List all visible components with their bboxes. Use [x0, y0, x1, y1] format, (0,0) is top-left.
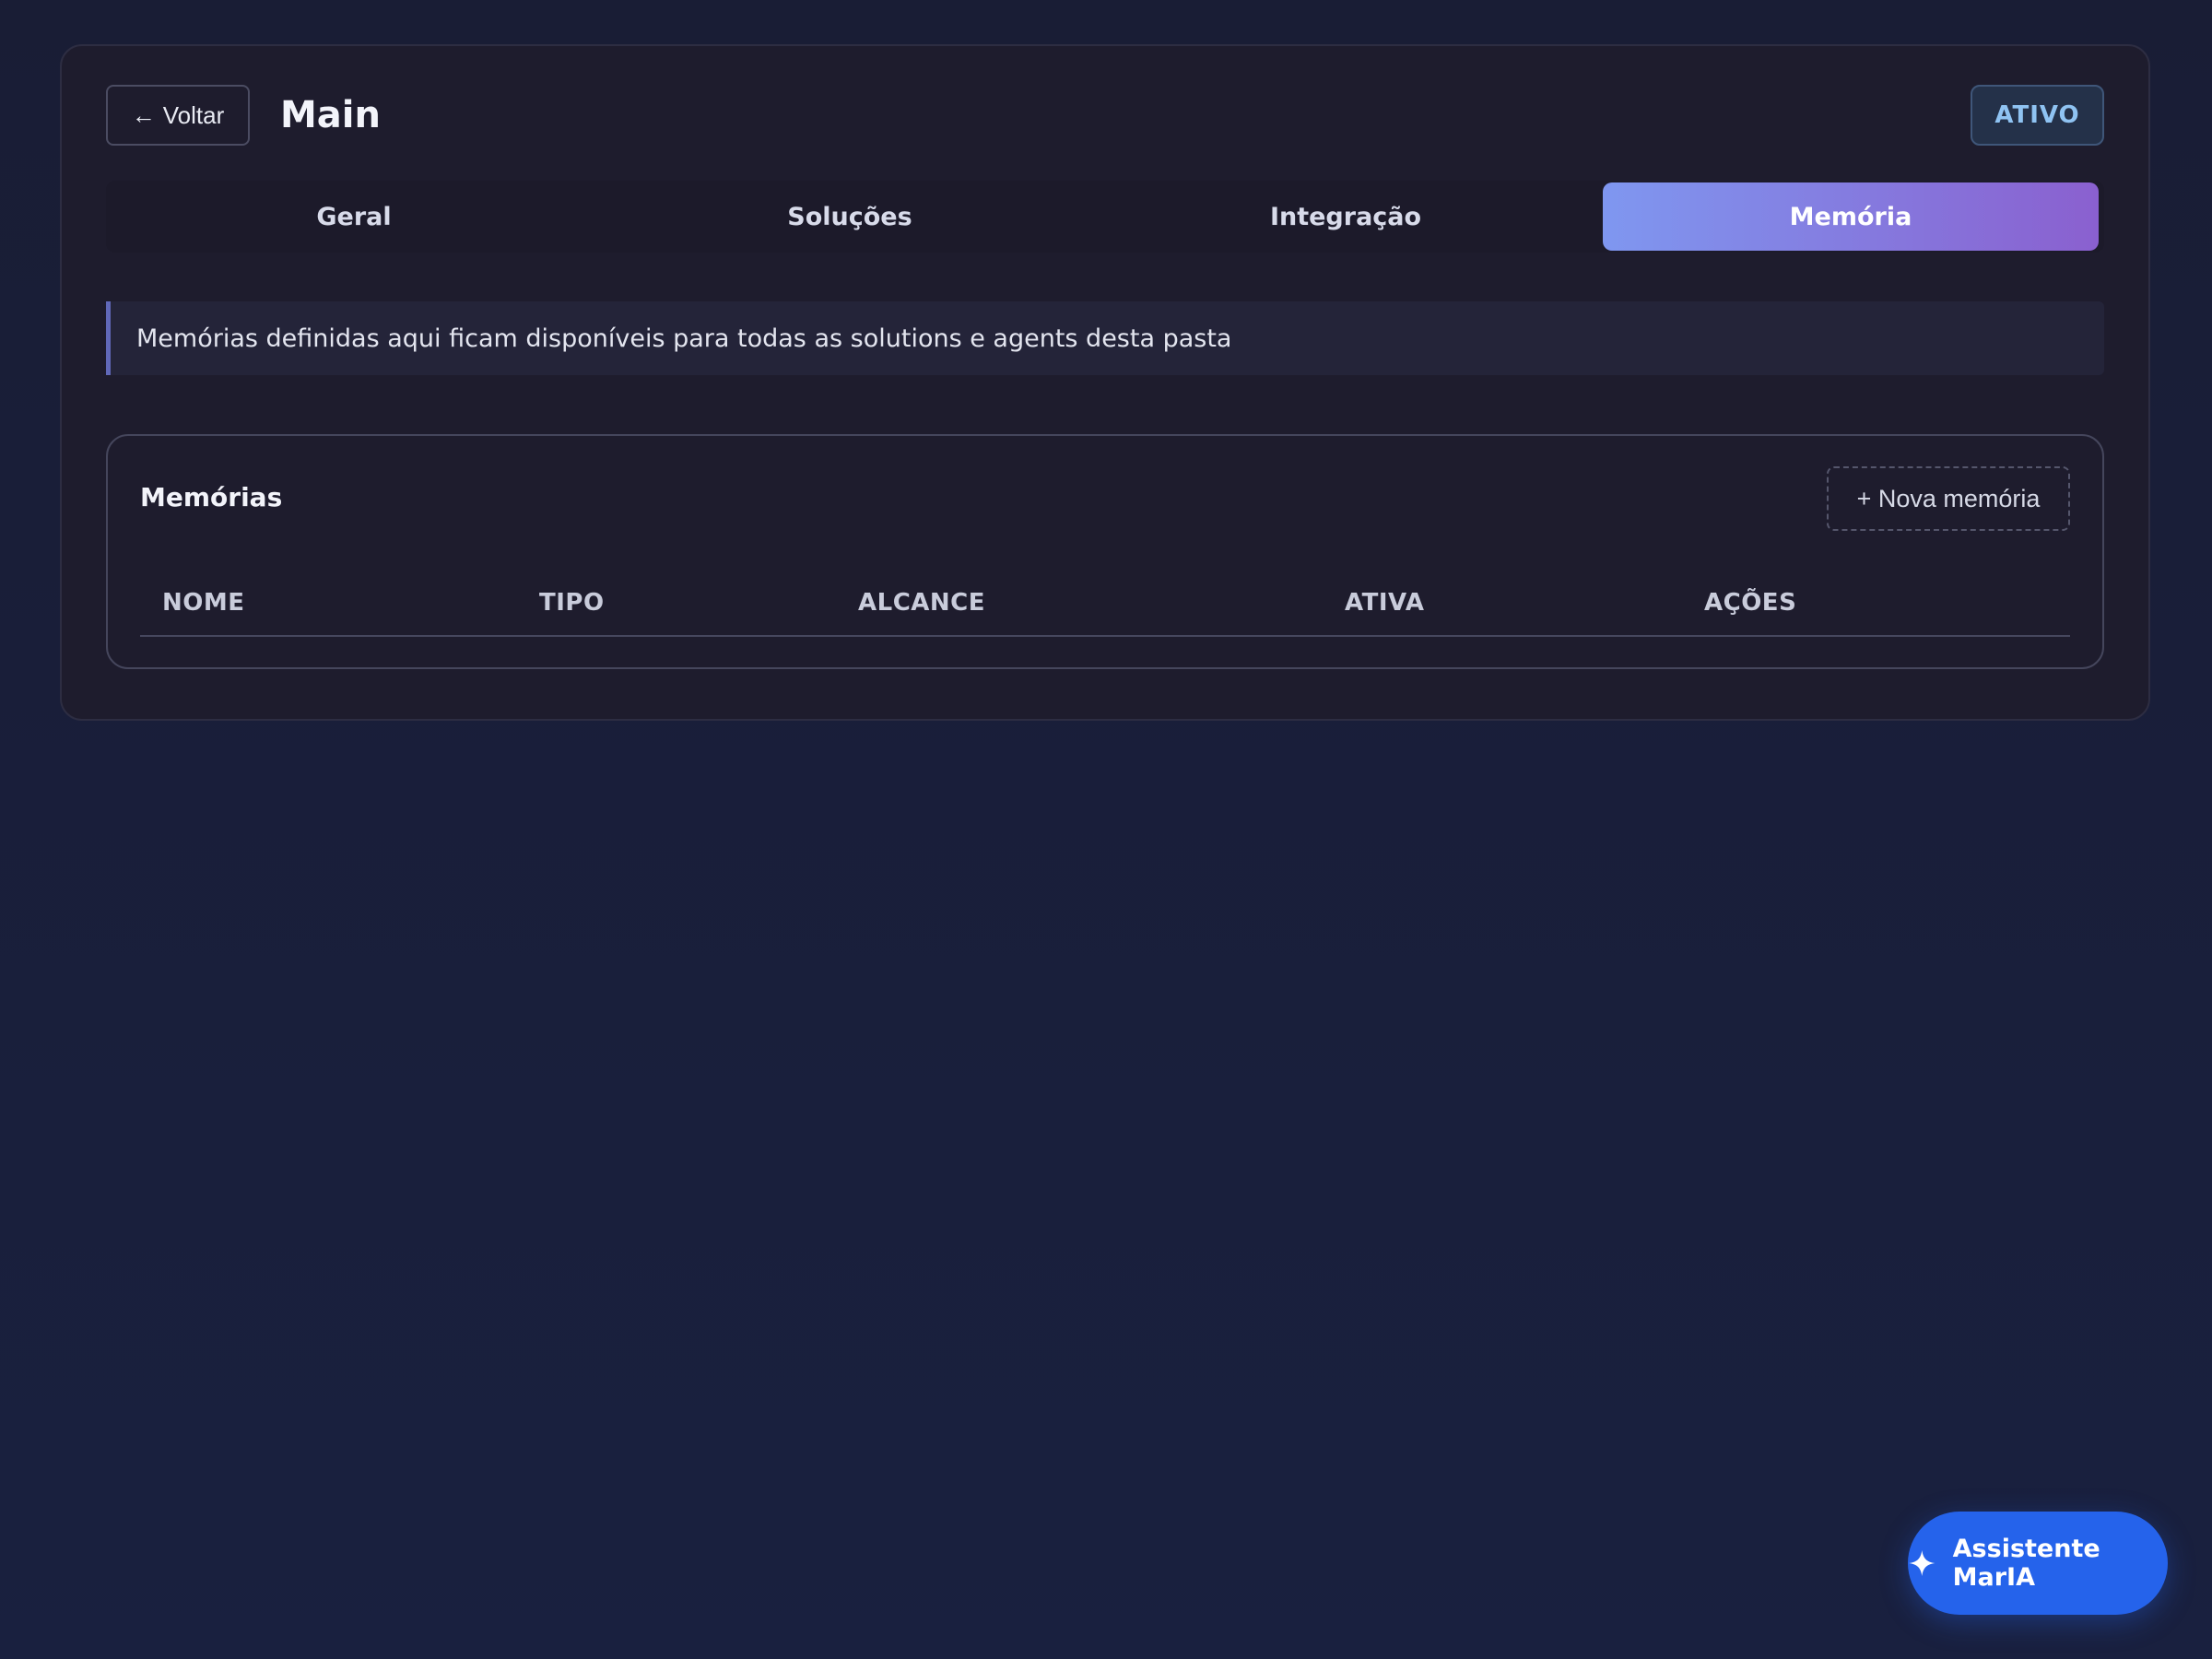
status-badge: ATIVO [1971, 85, 2104, 146]
page-title: Main [280, 94, 381, 136]
column-header-tipo[interactable]: TIPO [539, 572, 605, 633]
column-header-ativa[interactable]: ATIVA [1345, 572, 1425, 633]
memories-title: Memórias [140, 482, 283, 512]
header: ← Voltar Main ATIVO [106, 85, 2104, 146]
column-header-alcance[interactable]: ALCANCE [858, 572, 985, 633]
back-button[interactable]: ← Voltar [106, 85, 250, 146]
assistant-button[interactable]: Assistente MarIA [1908, 1512, 2168, 1615]
info-banner: Memórias definidas aqui ficam disponívei… [106, 301, 2104, 375]
table-header: NOME TIPO ALCANCE ATIVA AÇÕES [140, 572, 2070, 637]
assistant-button-label: Assistente MarIA [1952, 1535, 2100, 1592]
tab-solucoes[interactable]: Soluções [602, 181, 1098, 253]
tab-integracao[interactable]: Integração [1098, 181, 1594, 253]
sparkle-icon [1909, 1549, 1936, 1577]
info-banner-text: Memórias definidas aqui ficam disponívei… [136, 324, 1232, 353]
column-header-nome[interactable]: NOME [162, 572, 245, 633]
folder-detail-panel: ← Voltar Main ATIVO Geral Soluções Integ… [60, 44, 2150, 721]
memories-card: Memórias + Nova memória NOME TIPO ALCANC… [106, 434, 2104, 669]
tab-memoria[interactable]: Memória [1603, 182, 2099, 251]
back-button-label: Voltar [162, 100, 225, 129]
new-memory-button[interactable]: + Nova memória [1827, 466, 2070, 531]
arrow-left-icon: ← [131, 100, 156, 129]
column-header-acoes: AÇÕES [1704, 589, 1797, 617]
tab-bar: Geral Soluções Integração Memória [106, 181, 2104, 253]
tab-geral[interactable]: Geral [106, 181, 602, 253]
